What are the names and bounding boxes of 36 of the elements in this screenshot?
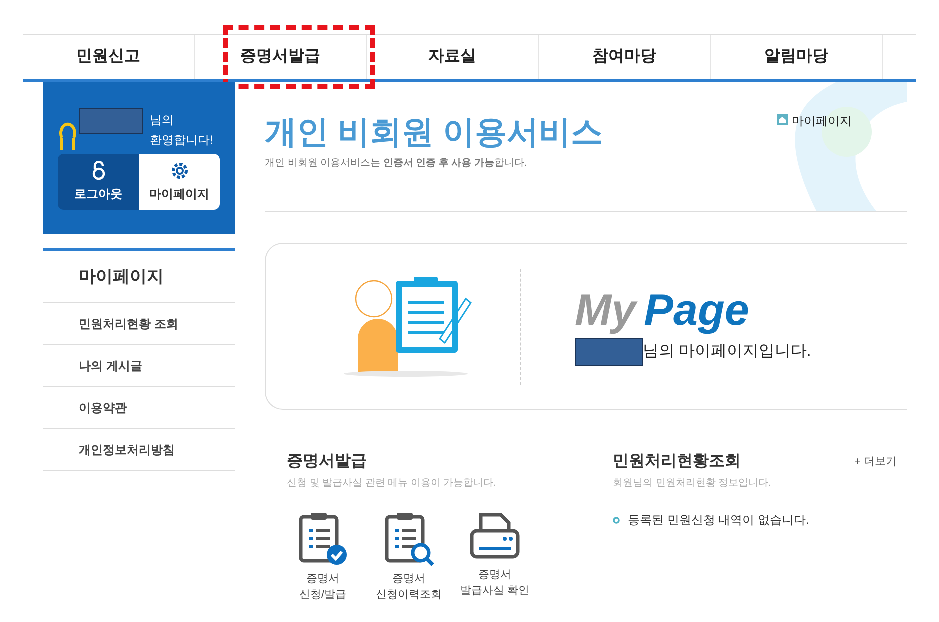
nav-tab[interactable]: 민원신고 bbox=[76, 45, 140, 69]
section-subtitle: 신청 및 발급사실 관련 메뉴 이용이 가능합니다. bbox=[287, 477, 498, 491]
mypage-message: 님의 마이페이지입니다. bbox=[643, 342, 811, 362]
mypage-logo: My Page bbox=[575, 288, 750, 334]
more-link[interactable]: + 더보기 bbox=[854, 454, 897, 470]
breadcrumb-link[interactable]: 마이페이지 bbox=[792, 112, 852, 130]
home-icon bbox=[777, 114, 788, 125]
sidebar-item[interactable]: 나의 게시글 bbox=[43, 345, 235, 387]
settings-icon bbox=[170, 161, 190, 181]
nav-tab[interactable]: 자료실 bbox=[428, 45, 476, 69]
certificate-action[interactable]: 증명서 발급사실 확인 bbox=[459, 511, 531, 603]
empty-message: 등록된 민원신청 내역이 없습니다. bbox=[628, 512, 810, 529]
redaction-mark bbox=[79, 108, 143, 134]
sidebar-title: 마이페이지 bbox=[43, 251, 235, 303]
mypage-button[interactable]: 마이페이지 bbox=[139, 154, 220, 210]
nav-tab[interactable]: 참여마당 bbox=[592, 45, 656, 69]
nav-tab[interactable]: 증명서발급 bbox=[240, 45, 320, 69]
section-title: 증명서발급 bbox=[287, 452, 368, 472]
greeting-text: 환영합니다! bbox=[150, 132, 214, 149]
section-title: 민원처리현황조회 bbox=[613, 452, 741, 472]
unlock-icon bbox=[92, 161, 106, 181]
clipboard-search-icon bbox=[383, 511, 435, 567]
greeting-text: 님의 bbox=[150, 112, 175, 129]
sidebar-item[interactable]: 이용약관 bbox=[43, 387, 235, 429]
nav-tab[interactable]: 알림마당 bbox=[764, 45, 828, 69]
bullet-icon bbox=[613, 516, 620, 524]
sidebar-item[interactable]: 민원처리현황 조회 bbox=[43, 303, 235, 345]
certificate-action[interactable]: 증명서 신청이력조회 bbox=[373, 511, 445, 603]
page-title: 개인 비회원 이용서비스 bbox=[265, 113, 603, 152]
sidebar-item[interactable]: 개인정보처리방침 bbox=[43, 429, 235, 471]
certificate-action[interactable]: 증명서 신청/발급 bbox=[287, 511, 359, 603]
clipboard-check-icon bbox=[297, 511, 349, 567]
logout-button[interactable]: 로그아웃 bbox=[58, 154, 139, 210]
redaction-mark bbox=[575, 338, 643, 366]
page-subtitle: 개인 비회원 이용서비스는 인증서 인증 후 사용 가능합니다. bbox=[265, 157, 528, 171]
section-subtitle: 회원님의 민원처리현황 정보입니다. bbox=[613, 477, 772, 491]
